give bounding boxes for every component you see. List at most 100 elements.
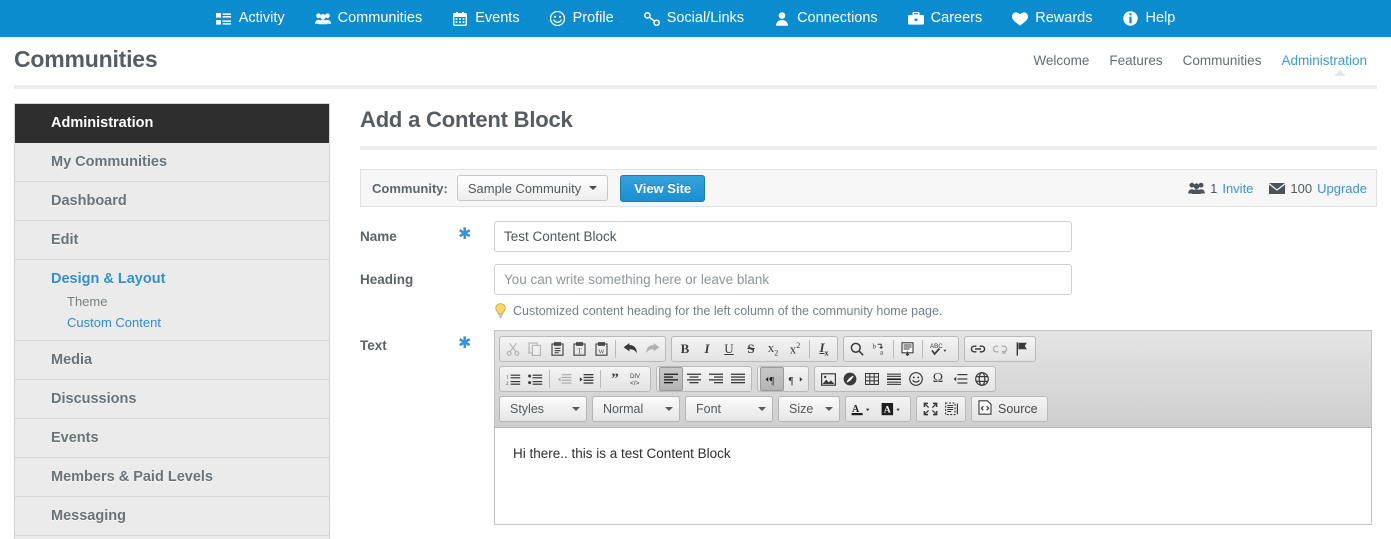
numbered-list-icon[interactable]: 12 bbox=[502, 368, 524, 390]
form-row-text: Text ✱ T W B I U S x2 x2 Ix b a ABC 1 2 … bbox=[360, 330, 1377, 525]
paste-as-plain-text-icon[interactable]: T bbox=[568, 338, 590, 360]
envelope-icon bbox=[1269, 182, 1286, 194]
remove-format-icon[interactable]: Ix bbox=[813, 338, 835, 360]
sidebar-item-members-and-paid-levels[interactable]: Members & Paid Levels bbox=[15, 458, 329, 497]
font-family-dropdown[interactable]: Font bbox=[685, 396, 773, 422]
heading-hint: Customized content heading for the left … bbox=[494, 303, 1377, 318]
content-block-form: Name ✱ Heading Customized content headin bbox=[360, 221, 1377, 525]
text-direction-rtl-icon[interactable]: ¶ bbox=[784, 368, 806, 390]
strikethrough-icon[interactable]: S bbox=[740, 338, 762, 360]
subnav-item-welcome[interactable]: Welcome bbox=[1023, 53, 1099, 68]
text-color-icon[interactable]: A bbox=[848, 398, 878, 420]
link-icon[interactable] bbox=[967, 338, 989, 360]
sidebar-subitem-custom-content[interactable]: Custom Content bbox=[15, 312, 329, 341]
background-color-icon[interactable]: A bbox=[878, 398, 908, 420]
topnav-item-activity[interactable]: Activity bbox=[201, 11, 300, 26]
paragraph-format-value: Normal bbox=[603, 402, 644, 416]
image-icon[interactable] bbox=[817, 368, 839, 390]
topnav-item-communities[interactable]: Communities bbox=[300, 11, 438, 26]
editor-content-area[interactable]: Hi there.. this is a test Content Block bbox=[495, 428, 1371, 524]
font-size-value: Size bbox=[789, 402, 814, 416]
find-icon[interactable] bbox=[846, 338, 868, 360]
underline-icon[interactable]: U bbox=[718, 338, 740, 360]
align-justify-icon[interactable] bbox=[727, 368, 749, 390]
svg-text:¶: ¶ bbox=[788, 375, 793, 386]
create-div-icon[interactable]: DIV </> bbox=[626, 368, 648, 390]
flash-icon[interactable] bbox=[839, 368, 861, 390]
topnav-label: Activity bbox=[238, 10, 285, 27]
editor-toolbar: T W B I U S x2 x2 Ix b a ABC 1 2 ” DIV <… bbox=[495, 331, 1371, 428]
bold-icon[interactable]: B bbox=[674, 338, 696, 360]
sidebar-item-dashboard[interactable]: Dashboard bbox=[15, 182, 329, 221]
font-size-dropdown[interactable]: Size bbox=[778, 396, 840, 422]
italic-icon[interactable]: I bbox=[696, 338, 718, 360]
horizontal-rule-icon[interactable] bbox=[883, 368, 905, 390]
align-right-icon[interactable] bbox=[705, 368, 727, 390]
topnav-item-careers[interactable]: Careers bbox=[893, 11, 998, 26]
special-character-icon[interactable]: Ω bbox=[927, 368, 949, 390]
subscript-icon[interactable]: x2 bbox=[762, 338, 784, 360]
subnav-item-administration[interactable]: Administration bbox=[1271, 53, 1377, 68]
copy-icon[interactable] bbox=[524, 338, 546, 360]
topnav-item-social-links[interactable]: Social/Links bbox=[629, 11, 759, 26]
heading-hint-text: Customized content heading for the left … bbox=[513, 303, 943, 318]
sidebar-item-events[interactable]: Events bbox=[15, 419, 329, 458]
svg-text:b: b bbox=[872, 343, 876, 351]
align-left-icon[interactable] bbox=[659, 367, 683, 391]
unlink-icon[interactable] bbox=[989, 338, 1011, 360]
styles-dropdown[interactable]: Styles bbox=[499, 396, 587, 422]
iframe-icon[interactable] bbox=[971, 368, 993, 390]
heading-input[interactable] bbox=[494, 264, 1072, 295]
topnav-item-profile[interactable]: Profile bbox=[535, 11, 629, 26]
sidebar-item-edit[interactable]: Edit bbox=[15, 221, 329, 260]
upgrade-link[interactable]: Upgrade bbox=[1317, 181, 1367, 196]
top-navigation-bar: Activity Communities Events Profile Soci… bbox=[0, 0, 1391, 37]
text-direction-ltr-icon[interactable]: ¶ bbox=[760, 367, 784, 391]
svg-text:1: 1 bbox=[506, 375, 509, 380]
align-center-icon[interactable] bbox=[683, 368, 705, 390]
select-all-icon[interactable] bbox=[897, 338, 919, 360]
sidebar-item-my-communities[interactable]: My Communities bbox=[15, 143, 329, 182]
paste-from-word-icon[interactable]: W bbox=[590, 338, 612, 360]
community-dropdown[interactable]: Sample Community bbox=[456, 175, 609, 201]
cut-icon[interactable] bbox=[502, 338, 524, 360]
source-button[interactable]: Source bbox=[971, 396, 1048, 422]
page-break-icon[interactable] bbox=[949, 368, 971, 390]
insert-group: Ω bbox=[814, 366, 996, 392]
sidebar-item-administration[interactable]: Administration bbox=[15, 104, 329, 143]
smiley-icon[interactable] bbox=[905, 368, 927, 390]
sidebar-item-messaging[interactable]: Messaging bbox=[15, 497, 329, 536]
topnav-item-events[interactable]: Events bbox=[437, 11, 534, 26]
invite-link[interactable]: Invite bbox=[1222, 181, 1253, 196]
message-count: 100 bbox=[1290, 180, 1313, 196]
topnav-item-help[interactable]: Help bbox=[1107, 11, 1190, 26]
show-blocks-icon[interactable] bbox=[941, 398, 963, 420]
topnav-item-rewards[interactable]: Rewards bbox=[997, 11, 1107, 26]
indent-icon[interactable] bbox=[575, 368, 597, 390]
sidebar-item-discussions[interactable]: Discussions bbox=[15, 380, 329, 419]
spellcheck-icon[interactable]: ABC bbox=[926, 338, 956, 360]
blockquote-icon[interactable]: ” bbox=[604, 368, 626, 390]
maximize-icon[interactable] bbox=[919, 398, 941, 420]
text-label: Text bbox=[360, 338, 387, 353]
people-group-icon bbox=[1188, 182, 1205, 194]
undo-icon[interactable] bbox=[619, 338, 641, 360]
name-input[interactable] bbox=[494, 221, 1072, 252]
sidebar-item-media[interactable]: Media bbox=[15, 341, 329, 380]
subnav-item-features[interactable]: Features bbox=[1099, 53, 1172, 68]
paragraph-format-dropdown[interactable]: Normal bbox=[592, 396, 680, 422]
bulleted-list-icon[interactable] bbox=[524, 368, 546, 390]
outdent-icon[interactable] bbox=[553, 368, 575, 390]
sidebar-item-design-and-layout[interactable]: Design & Layout bbox=[15, 260, 329, 291]
view-site-button[interactable]: View Site bbox=[620, 174, 706, 202]
anchor-flag-icon[interactable] bbox=[1011, 338, 1033, 360]
table-icon[interactable] bbox=[861, 368, 883, 390]
redo-icon[interactable] bbox=[641, 338, 663, 360]
sidebar-subitem-theme[interactable]: Theme bbox=[15, 291, 329, 312]
superscript-icon[interactable]: x2 bbox=[784, 338, 806, 360]
topnav-item-connections[interactable]: Connections bbox=[759, 11, 893, 26]
community-dropdown-value: Sample Community bbox=[467, 180, 582, 196]
paste-icon[interactable] bbox=[546, 338, 568, 360]
subnav-item-communities[interactable]: Communities bbox=[1173, 53, 1272, 68]
replace-icon[interactable]: ba bbox=[868, 338, 890, 360]
